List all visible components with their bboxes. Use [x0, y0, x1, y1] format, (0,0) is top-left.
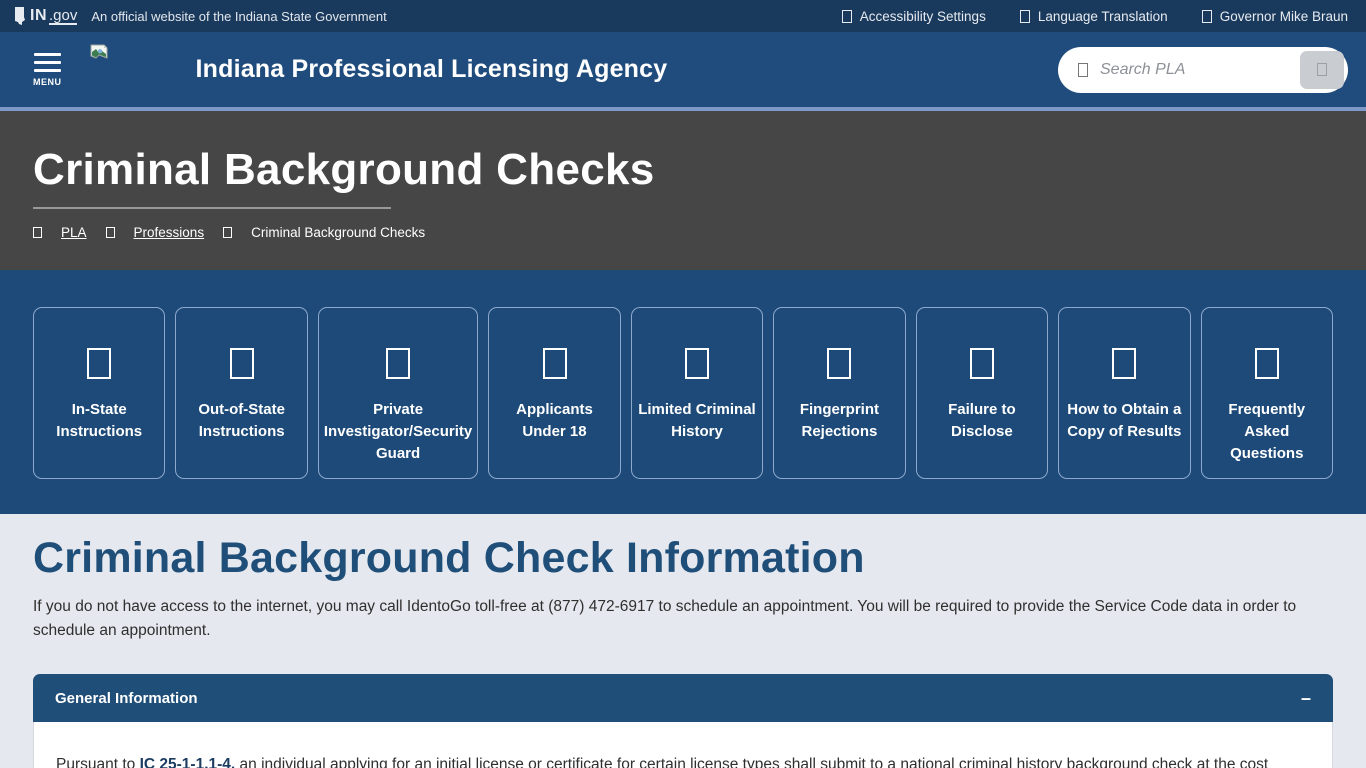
quick-links-grid: In-State Instructions Out-of-State Instr…: [33, 307, 1333, 479]
card-label: Private Investigator/Security Guard: [324, 399, 472, 464]
search-submit-icon: [1317, 63, 1327, 76]
card-in-state-instructions[interactable]: In-State Instructions: [33, 307, 165, 479]
breadcrumb-current: Criminal Background Checks: [251, 225, 425, 240]
document-icon: [685, 348, 709, 379]
chevron-icon: [106, 227, 115, 238]
search-submit-button[interactable]: [1300, 51, 1344, 89]
hamburger-icon: [34, 53, 61, 72]
gov-topbar: IN.gov An official website of the Indian…: [0, 0, 1366, 32]
card-private-investigator-security-guard[interactable]: Private Investigator/Security Guard: [318, 307, 478, 479]
info-section: Criminal Background Check Information If…: [0, 514, 1366, 768]
card-how-to-obtain-copy-of-results[interactable]: How to Obtain a Copy of Results: [1058, 307, 1190, 479]
card-label: Limited Criminal History: [637, 399, 757, 443]
translation-icon: [1020, 10, 1030, 23]
ic-statute-link[interactable]: IC 25-1-1.1-4,: [140, 756, 236, 768]
search-input[interactable]: [1100, 61, 1300, 79]
search-icon: [1078, 63, 1088, 77]
site-title: Indiana Professional Licensing Agency: [196, 55, 668, 84]
governor-icon: [1202, 10, 1212, 23]
breadcrumb-pla[interactable]: PLA: [61, 225, 87, 240]
document-icon: [230, 348, 254, 379]
accessibility-icon: [842, 10, 852, 23]
card-label: Out-of-State Instructions: [181, 399, 301, 443]
card-out-of-state-instructions[interactable]: Out-of-State Instructions: [175, 307, 307, 479]
document-icon: [386, 348, 410, 379]
page-title: Criminal Background Checks: [33, 145, 1333, 195]
document-icon: [970, 348, 994, 379]
governor-link[interactable]: Governor Mike Braun: [1202, 9, 1348, 24]
card-limited-criminal-history[interactable]: Limited Criminal History: [631, 307, 763, 479]
document-icon: [1255, 348, 1279, 379]
topbar-utility-links: Accessibility Settings Language Translat…: [842, 9, 1348, 24]
card-label: Failure to Disclose: [922, 399, 1042, 443]
document-icon: [87, 348, 111, 379]
body-text-suffix: an individual applying for an initial li…: [235, 756, 1268, 768]
home-icon: [33, 227, 42, 238]
accordion-title: General Information: [55, 690, 198, 707]
accessibility-settings-link[interactable]: Accessibility Settings: [842, 9, 986, 24]
ingov-gov-text: .gov: [49, 8, 77, 25]
card-frequently-asked-questions[interactable]: Frequently Asked Questions: [1201, 307, 1333, 479]
chevron-icon: [223, 227, 232, 238]
search-bar: [1058, 47, 1348, 93]
title-underline: [33, 207, 391, 209]
collapse-icon[interactable]: –: [1301, 689, 1311, 707]
accordion-body: Pursuant to IC 25-1-1.1-4, an individual…: [33, 722, 1333, 768]
page-hero: Criminal Background Checks PLA Professio…: [0, 111, 1366, 270]
menu-button[interactable]: MENU: [33, 53, 62, 87]
card-applicants-under-18[interactable]: Applicants Under 18: [488, 307, 620, 479]
ingov-in-text: IN: [30, 7, 47, 25]
language-translation-label: Language Translation: [1038, 9, 1168, 24]
card-fingerprint-rejections[interactable]: Fingerprint Rejections: [773, 307, 905, 479]
card-label: How to Obtain a Copy of Results: [1064, 399, 1184, 443]
indiana-state-icon: [14, 7, 25, 25]
menu-label: MENU: [33, 77, 62, 87]
card-label: In-State Instructions: [39, 399, 159, 443]
official-website-text: An official website of the Indiana State…: [91, 9, 386, 24]
ingov-logo[interactable]: IN.gov: [14, 7, 77, 25]
document-icon: [543, 348, 567, 379]
card-label: Fingerprint Rejections: [779, 399, 899, 443]
governor-label: Governor Mike Braun: [1220, 9, 1348, 24]
section-heading: Criminal Background Check Information: [33, 534, 1333, 583]
language-translation-link[interactable]: Language Translation: [1020, 9, 1168, 24]
agency-header: MENU Indiana Professional Licensing Agen…: [0, 32, 1366, 111]
general-information-accordion: General Information – Pursuant to IC 25-…: [33, 674, 1333, 768]
document-icon: [1112, 348, 1136, 379]
card-failure-to-disclose[interactable]: Failure to Disclose: [916, 307, 1048, 479]
broken-image-icon: [90, 44, 108, 65]
card-label: Applicants Under 18: [494, 399, 614, 443]
card-label: Frequently Asked Questions: [1207, 399, 1327, 464]
accessibility-settings-label: Accessibility Settings: [860, 9, 986, 24]
intro-paragraph: If you do not have access to the interne…: [33, 595, 1333, 643]
breadcrumb: PLA Professions Criminal Background Chec…: [33, 225, 1333, 240]
accordion-header[interactable]: General Information –: [33, 674, 1333, 722]
breadcrumb-professions[interactable]: Professions: [134, 225, 205, 240]
document-icon: [827, 348, 851, 379]
body-text-prefix: Pursuant to: [56, 756, 140, 768]
quick-links-section: In-State Instructions Out-of-State Instr…: [0, 270, 1366, 514]
